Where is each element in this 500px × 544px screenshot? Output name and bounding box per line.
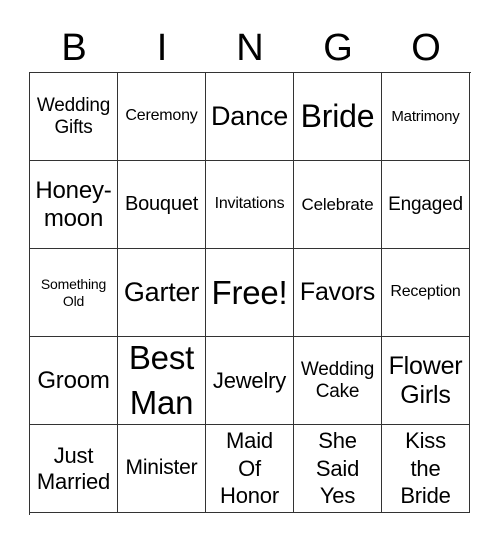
bingo-cell: Jewelry bbox=[206, 337, 294, 425]
bingo-cell: Wedding Cake bbox=[294, 337, 382, 425]
header-letter-i: I bbox=[156, 27, 168, 69]
bingo-cell: Ceremony bbox=[118, 73, 206, 161]
bingo-cell: Flower Girls bbox=[382, 337, 470, 425]
bingo-cell: Minister bbox=[118, 425, 206, 513]
bingo-grid: Wedding Gifts Ceremony Dance Bride Matri… bbox=[29, 72, 471, 515]
bingo-cell: Bride bbox=[294, 73, 382, 161]
bingo-cell: Groom bbox=[30, 337, 118, 425]
bingo-cell: Best Man bbox=[118, 337, 206, 425]
bingo-cell: Dance bbox=[206, 73, 294, 161]
header-letter-o: O bbox=[411, 27, 441, 69]
bingo-cell: Kiss the Bride bbox=[382, 425, 470, 513]
bingo-cell: Reception bbox=[382, 249, 470, 337]
bingo-header: B I N G O bbox=[30, 26, 470, 70]
bingo-cell: Garter bbox=[118, 249, 206, 337]
bingo-cell: Bouquet bbox=[118, 161, 206, 249]
bingo-cell: Honey- moon bbox=[30, 161, 118, 249]
header-letter-g: G bbox=[323, 27, 353, 69]
bingo-cell: Matrimony bbox=[382, 73, 470, 161]
bingo-cell: Invitations bbox=[206, 161, 294, 249]
header-letter-n: N bbox=[236, 27, 264, 69]
bingo-cell: Something Old bbox=[30, 249, 118, 337]
free-space: Free! bbox=[206, 249, 294, 337]
bingo-cell: She Said Yes bbox=[294, 425, 382, 513]
bingo-cell: Just Married bbox=[30, 425, 118, 513]
bingo-cell: Celebrate bbox=[294, 161, 382, 249]
bingo-cell: Favors bbox=[294, 249, 382, 337]
bingo-cell: Maid Of Honor bbox=[206, 425, 294, 513]
header-letter-b: B bbox=[61, 27, 87, 69]
bingo-cell: Wedding Gifts bbox=[30, 73, 118, 161]
bingo-cell: Engaged bbox=[382, 161, 470, 249]
